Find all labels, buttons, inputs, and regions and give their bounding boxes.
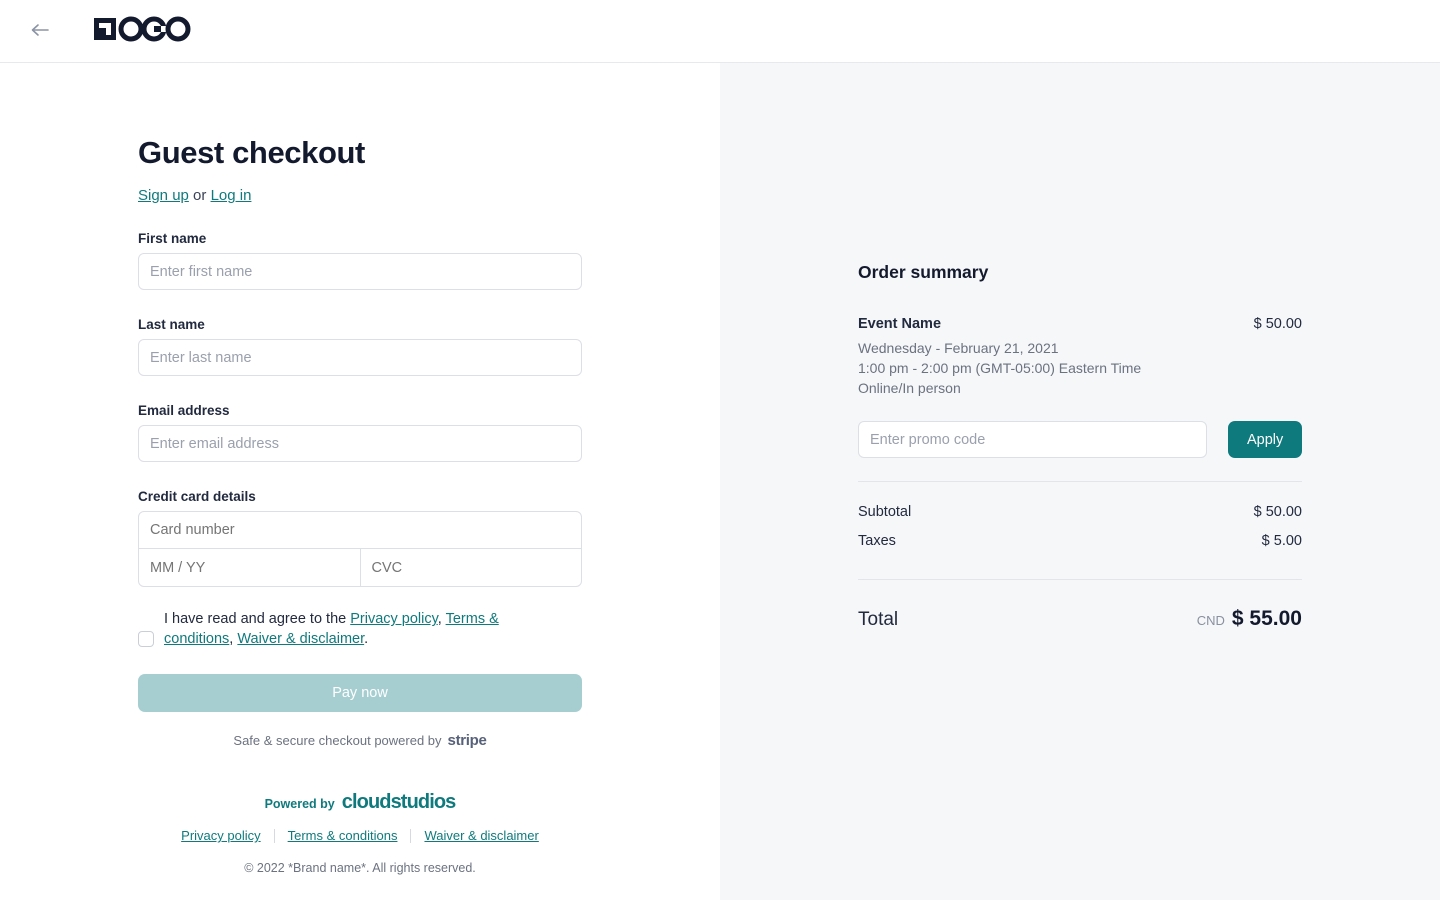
taxes-row: Taxes $ 5.00 [858,533,1302,549]
footer-divider-1 [273,828,275,843]
total-row: Total CND $ 55.00 [858,607,1302,631]
event-price: $ 50.00 [1253,316,1302,332]
agreement-period: . [364,631,369,648]
copyright-text: © 2022 *Brand name*. All rights reserved… [244,861,476,876]
subtotal-label: Subtotal [858,504,912,520]
waiver-disclaimer-link[interactable]: Waiver & disclaimer [237,631,364,647]
total-value: $ 55.00 [1231,607,1302,630]
auth-separator: or [188,187,211,205]
total-amount-group: CND $ 55.00 [1197,607,1302,631]
cloudstudios-logo: cloudstudios [341,791,457,814]
login-link[interactable]: Log in [211,187,252,204]
signup-link[interactable]: Sign up [138,187,189,204]
logo[interactable] [94,14,191,49]
card-expiry-input[interactable] [139,549,361,587]
event-time: 1:00 pm - 2:00 pm (GMT-05:00) Eastern Ti… [858,360,1142,376]
email-label: Email address [138,403,230,419]
event-row: Event Name $ 50.00 [858,316,1302,332]
footer-link-privacy-policy[interactable]: Privacy policy [181,828,260,843]
order-summary-pane: Order summary Event Name $ 50.00 Wednesd… [720,63,1440,900]
powered-by-label: Powered by [264,797,335,812]
powered-by-cloudstudios: Powered by cloudstudios [138,791,582,814]
currency-code: CND [1196,613,1225,628]
page-body: Guest checkout Sign up or Log in First n… [0,63,1440,900]
email-input[interactable] [138,425,582,463]
privacy-policy-link[interactable]: Privacy policy [350,611,438,627]
pay-now-button[interactable]: Pay now [138,674,582,713]
subtotal-value: $ 50.00 [1253,504,1302,520]
first-name-label: First name [138,231,207,247]
footer-link-terms-conditions[interactable]: Terms & conditions [288,828,398,843]
footer-divider-2 [410,828,412,843]
logo-icon [94,14,191,49]
checkout-pane: Guest checkout Sign up or Log in First n… [0,63,720,900]
agreement-text: I have read and agree to the Privacy pol… [164,609,536,649]
event-name: Event Name [858,316,942,332]
last-name-label: Last name [138,317,205,333]
card-cvc-input[interactable] [360,549,581,587]
email-field: Email address [138,403,582,463]
taxes-label: Taxes [858,533,896,549]
card-secondary-row [139,549,581,587]
auth-links: Sign up or Log in [138,187,582,204]
subtotal-row: Subtotal $ 50.00 [858,504,1302,520]
secure-checkout-text: Safe & secure checkout powered by [233,733,442,749]
event-details: Wednesday - February 21, 2021 1:00 pm - … [858,338,1302,398]
secure-checkout-note: Safe & secure checkout powered by stripe [138,732,582,749]
total-label: Total [858,609,899,630]
last-name-field: Last name [138,317,582,377]
apply-promo-button[interactable]: Apply [1228,421,1302,458]
footer-links: Privacy policy Terms & conditions Waiver… [138,828,582,843]
card-input-group [138,511,582,588]
footer-link-waiver-disclaimer[interactable]: Waiver & disclaimer [424,828,538,843]
credit-card-field: Credit card details [138,489,582,588]
promo-code-row: Apply [858,421,1302,458]
app-header [0,0,1440,63]
card-number-input[interactable] [139,512,581,550]
promo-code-input[interactable] [858,421,1208,458]
taxes-value: $ 5.00 [1261,533,1302,549]
event-mode: Online/In person [858,380,961,396]
page-footer: Powered by cloudstudios Privacy policy T… [138,791,582,875]
agreement-checkbox[interactable] [138,631,154,648]
stripe-logo: stripe [447,732,487,750]
agreement-prefix: I have read and agree to the [164,611,351,628]
order-summary-title: Order summary [858,262,989,282]
event-date: Wednesday - February 21, 2021 [858,340,1059,356]
back-button[interactable] [24,15,56,47]
arrow-left-icon [30,22,50,41]
summary-divider-2 [858,579,1302,580]
agreement-row: I have read and agree to the Privacy pol… [138,609,582,649]
agreement-comma-1: , [437,611,446,628]
first-name-input[interactable] [138,253,582,291]
page-title: Guest checkout [138,135,365,170]
credit-card-label: Credit card details [138,489,256,505]
summary-divider-1 [858,481,1302,482]
last-name-input[interactable] [138,339,582,377]
first-name-field: First name [138,231,582,291]
